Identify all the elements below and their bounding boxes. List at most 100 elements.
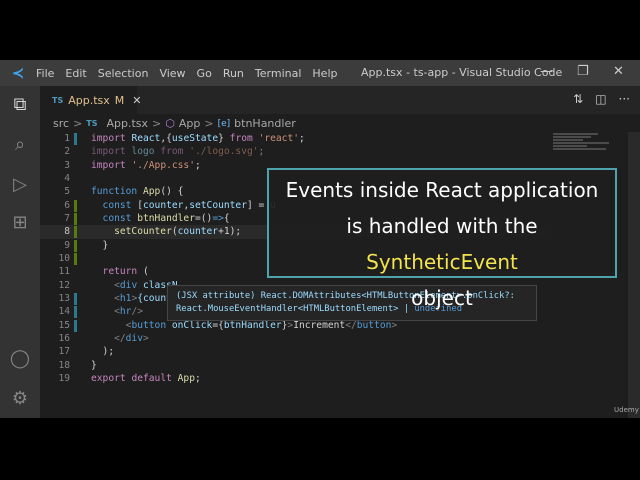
code-line[interactable]: 16 </div> [40, 332, 552, 345]
close-window-button[interactable]: ✕ [613, 64, 624, 79]
extensions-icon[interactable]: ⊞ [9, 212, 31, 234]
menu-selection[interactable]: Selection [98, 67, 149, 80]
code-line[interactable]: 2 import logo from './logo.svg'; [40, 145, 552, 158]
code-token: > [391, 319, 398, 331]
breadcrumb-file[interactable]: App.tsx [107, 117, 149, 130]
code-token: { [223, 212, 230, 224]
code-token: const [91, 212, 138, 224]
code-token: button [131, 319, 172, 331]
minimap[interactable] [553, 132, 628, 162]
code-token: import [91, 159, 132, 171]
open-changes-icon[interactable]: ⇅ [573, 92, 583, 106]
code-token: Increment [293, 319, 346, 331]
code-token: ; [299, 133, 305, 144]
code-token: return [91, 266, 143, 278]
code-token: useState [171, 133, 219, 144]
close-tab-icon[interactable]: ✕ [132, 94, 141, 107]
code-text: function App() { [91, 185, 183, 198]
code-text: </div> [91, 332, 149, 345]
line-number: 8 [64, 226, 70, 238]
menu-help[interactable]: Help [312, 67, 337, 80]
line-number: 4 [64, 172, 70, 184]
code-token: setCounter [189, 199, 247, 211]
code-token: ={ [212, 319, 224, 331]
account-icon[interactable]: ◯ [9, 348, 31, 370]
code-token: counter [177, 226, 219, 238]
search-icon[interactable]: ⌕ [9, 134, 31, 156]
variable-icon: [e] [217, 118, 231, 129]
line-number: 3 [64, 159, 70, 171]
code-token: App [177, 372, 195, 384]
run-debug-icon[interactable]: ▷ [9, 174, 31, 196]
code-token: div [119, 279, 143, 291]
minimize-button[interactable]: — [540, 64, 553, 79]
line-number: 1 [64, 133, 70, 144]
menu-edit[interactable]: Edit [65, 67, 86, 80]
menu-go[interactable]: Go [197, 67, 212, 80]
line-number: 14 [58, 306, 70, 318]
code-token: </ [91, 332, 126, 344]
line-number: 15 [58, 319, 70, 331]
code-token: 'react' [258, 133, 299, 144]
code-token: () { [160, 186, 184, 198]
menu-view[interactable]: View [159, 67, 185, 80]
git-change-marker [74, 212, 77, 225]
code-token: default [131, 372, 178, 384]
typescript-icon: TS [86, 119, 98, 128]
more-actions-icon[interactable]: ··· [619, 92, 630, 106]
line-number: 18 [58, 359, 70, 371]
code-line[interactable]: 18} [40, 359, 552, 372]
code-token: import [91, 133, 132, 144]
typescript-icon: TS [52, 95, 64, 105]
code-token: h1 [119, 292, 132, 304]
settings-gear-icon[interactable]: ⚙ [9, 388, 31, 410]
caption-line-3: object [411, 286, 473, 310]
breadcrumb-symbol-app[interactable]: App [179, 117, 201, 130]
code-token: button [356, 319, 392, 331]
code-text: return ( [91, 265, 149, 278]
code-token: React [131, 133, 161, 144]
git-change-marker [74, 226, 77, 239]
line-number: 7 [64, 212, 70, 224]
line-number: 10 [58, 252, 70, 264]
code-token: counter [143, 199, 184, 211]
code-token: hr [119, 306, 132, 318]
explorer-icon[interactable]: ⧉ [9, 94, 31, 116]
tab-label: App.tsx [68, 93, 110, 107]
code-token: /> [131, 306, 144, 318]
code-line[interactable]: 17 ); [40, 345, 552, 358]
code-token: setCounter [91, 226, 172, 238]
code-token: > [142, 332, 149, 344]
code-token: } [91, 359, 97, 371]
code-token: ; [258, 146, 265, 158]
code-text: import React,{useState} from 'react'; [91, 132, 305, 145]
code-token: function [91, 186, 143, 198]
menu-run[interactable]: Run [223, 67, 244, 80]
code-text: import './App.css'; [91, 159, 201, 172]
tab-app-tsx[interactable]: TS App.tsx M ✕ [40, 86, 141, 114]
code-token: btnHandler [137, 212, 195, 224]
split-editor-icon[interactable]: ◫ [595, 92, 606, 106]
breadcrumb-folder[interactable]: src [53, 117, 69, 130]
code-token: ( [142, 266, 149, 278]
vertical-scrollbar[interactable] [628, 132, 640, 418]
code-token: < [91, 319, 132, 331]
caption-overlay: Events inside React application is handl… [267, 168, 617, 310]
git-change-marker [74, 319, 77, 332]
restore-button[interactable]: ❐ [577, 64, 589, 79]
caption-highlight: SyntheticEvent [366, 250, 518, 274]
code-line[interactable]: 19 export default App; [40, 372, 552, 385]
code-line[interactable]: 1 import React,{useState} from 'react'; [40, 132, 552, 145]
code-token: logo [131, 146, 161, 158]
git-change-marker [74, 306, 77, 319]
git-change-marker [74, 239, 77, 252]
code-text: const [counter,setCounter] = u [91, 199, 276, 212]
code-token: App [142, 186, 161, 198]
code-token: btnHandler [223, 319, 282, 331]
breadcrumb-symbol-btnhandler[interactable]: btnHandler [234, 117, 296, 130]
menu-file[interactable]: File [36, 67, 54, 80]
menu-bar: File Edit Selection View Go Run Terminal Help [36, 67, 348, 80]
line-number: 9 [64, 239, 70, 251]
vscode-logo-icon: ≺ [11, 64, 25, 82]
menu-terminal[interactable]: Terminal [255, 67, 302, 80]
